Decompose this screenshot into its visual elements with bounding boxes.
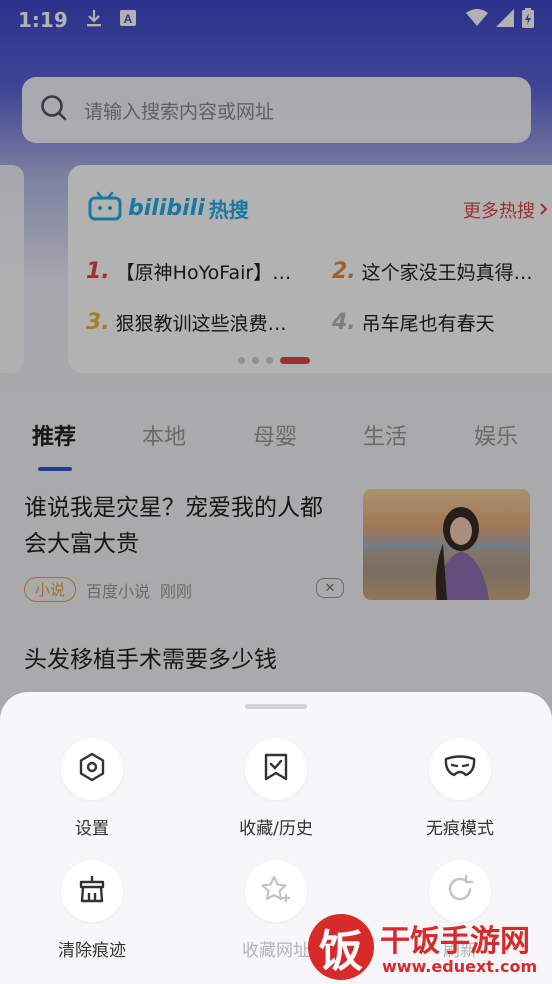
refresh-icon bbox=[445, 874, 475, 908]
menu-item-bookmarks-history[interactable]: 收藏/历史 bbox=[216, 738, 336, 839]
watermark-logo: 饭 bbox=[308, 914, 374, 980]
menu-icon-circle bbox=[245, 738, 307, 800]
site-watermark: 饭 干饭手游网 www.eduext.com bbox=[300, 910, 552, 984]
menu-icon-circle bbox=[61, 860, 123, 922]
menu-icon-circle bbox=[429, 738, 491, 800]
menu-icon-circle bbox=[61, 738, 123, 800]
bookmark-history-icon bbox=[261, 752, 291, 786]
mask-icon bbox=[444, 755, 476, 783]
menu-item-settings[interactable]: 设置 bbox=[32, 738, 152, 839]
menu-label: 清除痕迹 bbox=[58, 941, 126, 961]
clear-trace-icon bbox=[77, 874, 107, 908]
drag-handle[interactable] bbox=[245, 704, 307, 709]
settings-icon bbox=[77, 752, 107, 786]
menu-label: 设置 bbox=[75, 819, 109, 839]
star-add-icon bbox=[260, 874, 292, 908]
menu-label: 收藏/历史 bbox=[239, 819, 313, 839]
menu-icon-circle bbox=[245, 860, 307, 922]
watermark-title: 干饭手游网 bbox=[380, 924, 530, 959]
menu-item-clear-trace[interactable]: 清除痕迹 bbox=[32, 860, 152, 961]
watermark-url: www.eduext.com bbox=[382, 957, 538, 976]
menu-label: 无痕模式 bbox=[426, 819, 494, 839]
menu-item-incognito[interactable]: 无痕模式 bbox=[400, 738, 520, 839]
